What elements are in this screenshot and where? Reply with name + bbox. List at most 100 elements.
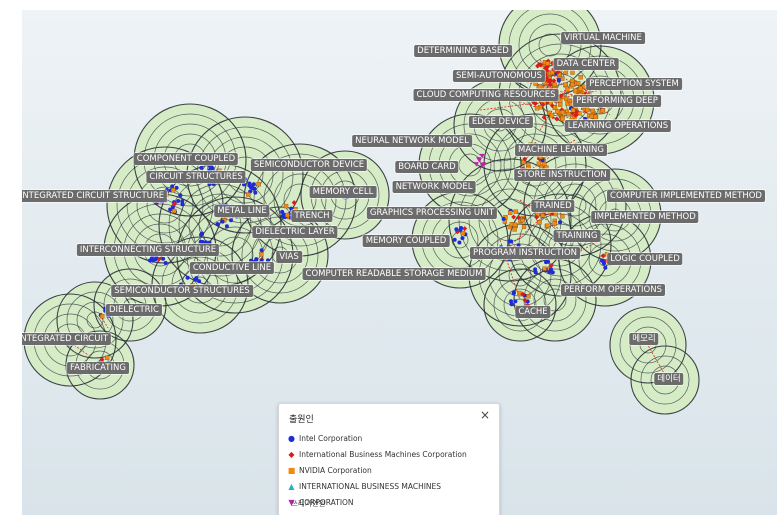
applicant-marker: [458, 227, 463, 232]
keyword-label-memory-cell[interactable]: MEMORY CELL: [309, 186, 377, 198]
applicant-marker: [536, 161, 542, 166]
legend-item-corporation[interactable]: ▼ CORPORATION 쓰레기연원: [287, 498, 353, 508]
keyword-label-logic-coupled[interactable]: LOGIC COUPLED: [607, 253, 683, 265]
legend-item-nvidia[interactable]: ■ NVIDIA Corporation: [287, 466, 372, 475]
applicant-marker: [570, 70, 575, 75]
keyword-label-determining-based[interactable]: DETERMINING BASED: [414, 45, 512, 57]
keyword-label-dielectric-layer[interactable]: DIELECTRIC LAYER: [252, 226, 338, 238]
keyword-label-training[interactable]: TRAINING: [553, 230, 601, 242]
applicant-marker: [513, 209, 519, 214]
keyword-label-fabricating[interactable]: FABRICATING: [67, 362, 129, 374]
applicant-marker: [533, 270, 538, 275]
applicant-marker: [601, 261, 606, 266]
keyword-label-virtual-machine[interactable]: VIRTUAL MACHINE: [561, 32, 645, 44]
applicant-marker: [553, 211, 558, 217]
applicant-marker: [575, 80, 581, 86]
legend-item-intel[interactable]: ● Intel Corporation: [287, 434, 362, 443]
keyword-label-network-model[interactable]: NETWORK MODEL: [392, 181, 476, 193]
keyword-label-implemented-method[interactable]: IMPLEMENTED METHOD: [591, 211, 699, 223]
applicant-marker: [224, 224, 229, 229]
applicant-marker: [558, 102, 563, 107]
keyword-label-perform-operations[interactable]: PERFORM OPERATIONS: [561, 284, 665, 296]
applicant-marker: [534, 106, 540, 111]
applicant-marker: [105, 355, 110, 360]
keyword-label-interconnecting-structure[interactable]: INTERCONNECTING STRUCTURE: [76, 244, 220, 256]
topic-map-canvas[interactable]: DETERMINING BASED VIRTUAL MACHINE DATA CEN…: [22, 10, 777, 515]
keyword-label-memory-coupled[interactable]: MEMORY COUPLED: [362, 235, 450, 247]
applicant-marker: [178, 193, 183, 198]
legend-item-label: INTERNATIONAL BUSINESS MACHINES: [299, 482, 442, 491]
applicant-marker: [552, 82, 558, 87]
applicant-marker: [220, 219, 225, 224]
keyword-label-cache[interactable]: CACHE: [515, 306, 551, 318]
applicant-marker: [229, 218, 234, 223]
applicant-marker: [513, 299, 518, 304]
close-icon[interactable]: ×: [480, 408, 490, 422]
applicant-marker: [570, 108, 576, 113]
applicant-marker: [460, 236, 465, 241]
legend-item-ibm-upper[interactable]: ▲ INTERNATIONAL BUSINESS MACHINES: [287, 482, 441, 491]
legend-item-ibm[interactable]: ◆ International Business Machines Corpora…: [287, 450, 466, 459]
applicant-marker: [161, 256, 166, 261]
applicant-marker: [170, 184, 175, 189]
applicant-marker: [171, 188, 176, 193]
applicant-marker: [185, 275, 190, 280]
applicant-marker: [593, 114, 598, 120]
keyword-label-memory-kr[interactable]: 메모리: [629, 333, 659, 345]
applicant-marker: [573, 88, 578, 93]
keyword-label-semi-autonomous[interactable]: SEMI-AUTONOMOUS: [452, 70, 546, 82]
applicant-marker: [540, 213, 545, 218]
keyword-label-computer-readable-storage-medium[interactable]: COMPUTER READABLE STORAGE MEDIUM: [302, 268, 486, 280]
applicant-marker: [545, 223, 550, 228]
applicant-marker: [589, 114, 594, 119]
applicant-marker: [563, 70, 569, 75]
applicant-marker: [501, 217, 506, 222]
keyword-label-program-instruction[interactable]: PROGRAM INSTRUCTION: [470, 247, 580, 259]
applicant-marker: [460, 230, 466, 236]
keyword-label-integrated-circuit-structure[interactable]: INTEGRATED CIRCUIT STRUCTURE: [22, 190, 168, 202]
keyword-label-circuit-structures[interactable]: CIRCUIT STRUCTURES: [146, 171, 246, 183]
keyword-label-trench[interactable]: TRENCH: [291, 210, 333, 222]
applicant-marker: [545, 61, 550, 66]
keyword-label-perception-system[interactable]: PERCEPTION SYSTEM: [586, 78, 682, 90]
applicant-marker: [508, 210, 513, 215]
applicant-marker: [544, 260, 549, 265]
applicant-marker: [281, 212, 286, 217]
keyword-label-metal-line[interactable]: METAL LINE: [214, 205, 270, 217]
diamond-marker-icon: ◆: [288, 450, 295, 459]
keyword-label-cloud-computing-resources[interactable]: CLOUD COMPUTING RESOURCES: [413, 89, 559, 101]
keyword-label-data-kr[interactable]: 데이터: [654, 373, 684, 385]
applicant-marker: [600, 108, 605, 113]
applicant-marker: [552, 105, 558, 111]
keyword-label-integrated-circuit[interactable]: INTEGRATED CIRCUIT: [22, 333, 112, 345]
applicant-marker: [570, 82, 575, 87]
keyword-label-component-coupled[interactable]: COMPONENT COUPLED: [133, 153, 239, 165]
keyword-label-data-center[interactable]: DATA CENTER: [553, 58, 619, 70]
keyword-label-machine-learning[interactable]: MACHINE LEARNING: [515, 144, 607, 156]
applicant-marker: [454, 227, 459, 232]
keyword-label-store-instruction[interactable]: STORE INSTRUCTION: [514, 169, 610, 181]
applicant-marker: [526, 294, 531, 299]
keyword-label-dielectric[interactable]: DIELECTRIC: [105, 304, 163, 316]
applicant-marker: [199, 165, 204, 170]
keyword-label-vias[interactable]: VIAS: [276, 251, 302, 263]
keyword-label-edge-device[interactable]: EDGE DEVICE: [468, 116, 534, 128]
keyword-label-learning-operations[interactable]: LEARNING OPERATIONS: [564, 120, 672, 132]
applicant-marker: [552, 221, 557, 226]
keyword-label-board-card[interactable]: BOARD CARD: [395, 161, 459, 173]
keyword-label-semiconductor-device[interactable]: SEMICONDUCTOR DEVICE: [250, 159, 368, 171]
keyword-label-trained[interactable]: TRAINED: [531, 200, 575, 212]
keyword-label-performing-deep[interactable]: PERFORMING DEEP: [573, 95, 661, 107]
applicant-marker: [563, 82, 568, 87]
keyword-label-graphics-processing-unit[interactable]: GRAPHICS PROCESSING UNIT: [366, 207, 498, 219]
keyword-label-conductive-line[interactable]: CONDUCTIVE LINE: [189, 262, 275, 274]
keyword-label-semiconductor-structures[interactable]: SEMICONDUCTOR STRUCTURES: [111, 285, 253, 297]
applicant-marker: [259, 248, 264, 253]
applicant-marker: [520, 218, 525, 223]
keyword-label-computer-implemented-method[interactable]: COMPUTER IMPLEMENTED METHOD: [607, 190, 765, 202]
applicant-marker: [560, 110, 566, 115]
applicant-marker: [533, 81, 538, 86]
keyword-label-neural-network-model[interactable]: NEURAL NETWORK MODEL: [352, 135, 472, 147]
applicant-marker: [521, 224, 527, 229]
applicant-marker: [507, 239, 512, 244]
